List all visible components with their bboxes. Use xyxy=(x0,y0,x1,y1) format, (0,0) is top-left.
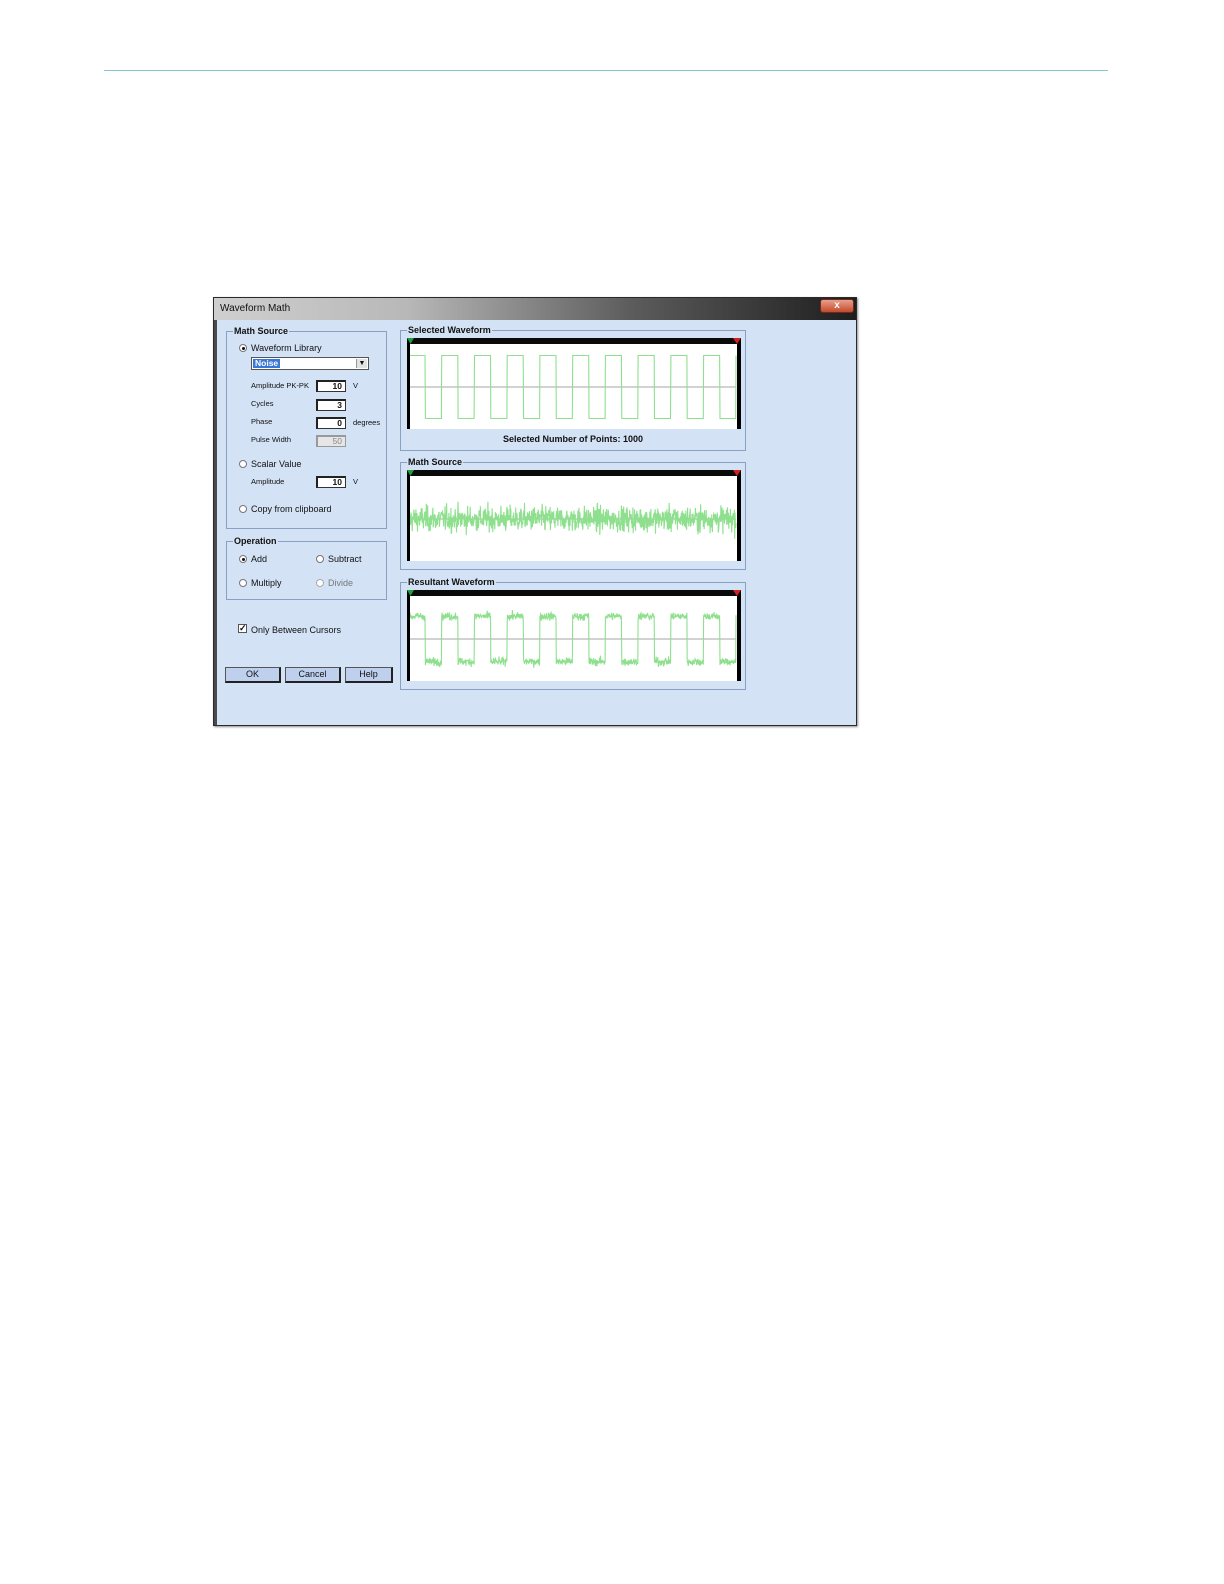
add-label: Add xyxy=(251,554,268,564)
ok-button[interactable]: OK xyxy=(225,667,281,683)
phase-unit: degrees xyxy=(353,418,381,427)
multiply-radio[interactable] xyxy=(239,579,247,587)
selected-waveform-plot[interactable] xyxy=(407,338,741,429)
start-cursor-line xyxy=(407,590,410,681)
operation-group: Operation Add Subtract Multiply Divide xyxy=(226,536,387,600)
dialog-title: Waveform Math xyxy=(220,303,291,314)
scalar-amplitude-unit: V xyxy=(353,477,359,486)
resultant-waveform-legend: Resultant Waveform xyxy=(407,577,496,588)
waveform-library-radio[interactable] xyxy=(239,344,247,352)
math-source-chart xyxy=(407,470,741,561)
amplitude-input[interactable]: 10 xyxy=(316,380,346,392)
only-between-cursors-checkbox[interactable]: ✓ xyxy=(238,624,247,633)
end-cursor-line xyxy=(737,590,741,681)
resultant-waveform-chart xyxy=(407,590,741,681)
title-bar[interactable]: Waveform Math x xyxy=(214,298,856,320)
plot-header-bar xyxy=(407,590,741,596)
close-icon: x xyxy=(834,300,840,311)
resultant-waveform-plot[interactable] xyxy=(407,590,741,681)
copy-clipboard-label: Copy from clipboard xyxy=(251,504,332,514)
waveform-trace-math-source xyxy=(408,501,737,539)
cycles-label: Cycles xyxy=(251,399,274,408)
waveform-trace-selected-waveform xyxy=(409,354,737,420)
waveform-trace-resultant-waveform xyxy=(408,610,737,668)
phase-input[interactable]: 0 xyxy=(316,417,346,429)
cancel-button[interactable]: Cancel xyxy=(285,667,341,683)
selected-waveform-chart xyxy=(407,338,741,429)
scalar-amplitude-input[interactable]: 10 xyxy=(316,476,346,488)
phase-label: Phase xyxy=(251,417,273,426)
page-top-rule xyxy=(104,70,1108,71)
start-cursor-line xyxy=(407,338,410,429)
math-source-plot[interactable] xyxy=(407,470,741,561)
subtract-radio[interactable] xyxy=(316,555,324,563)
divide-radio xyxy=(316,579,324,587)
start-cursor-line xyxy=(407,470,410,561)
end-cursor-line xyxy=(737,338,741,429)
waveform-math-dialog: Waveform Math x Math Source Waveform Lib… xyxy=(213,297,857,726)
copy-clipboard-radio[interactable] xyxy=(239,505,247,513)
cycles-input[interactable]: 3 xyxy=(316,399,346,411)
math-source-panel: Math Source xyxy=(400,457,746,570)
subtract-label: Subtract xyxy=(328,554,362,564)
amplitude-unit: V xyxy=(353,381,359,390)
end-cursor-line xyxy=(737,470,741,561)
close-button[interactable]: x xyxy=(820,299,854,313)
pulse-width-input: 50 xyxy=(316,435,346,447)
resultant-waveform-panel: Resultant Waveform xyxy=(400,577,746,690)
amplitude-label: Amplitude PK-PK xyxy=(251,381,309,390)
waveform-library-select[interactable]: Noise ▼ xyxy=(251,357,369,370)
scalar-value-radio[interactable] xyxy=(239,460,247,468)
window-left-edge xyxy=(214,320,217,725)
waveform-library-selected: Noise xyxy=(253,358,281,368)
scalar-value-label: Scalar Value xyxy=(251,459,302,469)
waveform-library-label: Waveform Library xyxy=(251,343,322,353)
help-button[interactable]: Help xyxy=(345,667,393,683)
only-between-cursors-label: Only Between Cursors xyxy=(251,625,342,635)
multiply-label: Multiply xyxy=(251,578,282,588)
pulse-width-label: Pulse Width xyxy=(251,435,292,444)
plot-header-bar xyxy=(407,470,741,476)
math-source-group: Math Source Waveform Library Noise ▼ Amp… xyxy=(226,326,387,529)
selected-waveform-legend: Selected Waveform xyxy=(407,325,492,336)
add-radio[interactable] xyxy=(239,555,247,563)
operation-legend: Operation xyxy=(233,536,278,547)
math-source-legend: Math Source xyxy=(233,326,290,337)
divide-label: Divide xyxy=(328,578,354,588)
math-source-panel-legend: Math Source xyxy=(407,457,464,468)
scalar-amplitude-label: Amplitude xyxy=(251,477,285,486)
chevron-down-icon[interactable]: ▼ xyxy=(356,359,367,368)
selected-points-count: Selected Number of Points: 1000 xyxy=(502,434,644,444)
plot-header-bar xyxy=(407,338,741,344)
selected-waveform-panel: Selected Waveform Selected Number of Poi… xyxy=(400,325,746,451)
